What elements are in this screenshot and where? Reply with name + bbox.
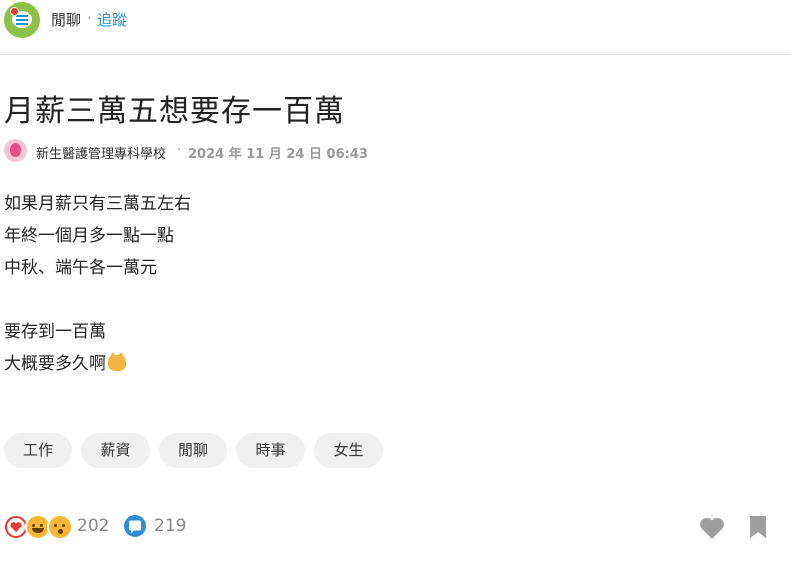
tag[interactable]: 女生: [314, 433, 383, 468]
avatar[interactable]: [4, 139, 27, 162]
body-line: 大概要多久啊: [4, 354, 106, 374]
board-name[interactable]: 閒聊: [51, 9, 81, 30]
like-heart-icon[interactable]: [698, 515, 726, 541]
header-separator: ·: [87, 9, 92, 27]
comment-icon[interactable]: [123, 514, 147, 538]
board-icon[interactable]: [4, 2, 40, 38]
post-title: 月薪三萬五想要存一百萬: [4, 94, 345, 129]
body-line: 年終一個月多一點一點: [4, 226, 174, 246]
reaction-bar: 202 219: [3, 514, 303, 540]
body-line: 如果月薪只有三萬五左右: [4, 194, 191, 214]
notification-dot: [10, 7, 19, 16]
comment-count[interactable]: 219: [154, 516, 186, 536]
body-line: 中秋、端午各一萬元: [4, 258, 157, 278]
post-date: 2024 年 11 月 24 日 06:43: [188, 147, 368, 162]
reaction-count[interactable]: 202: [77, 516, 109, 536]
tag[interactable]: 工作: [4, 433, 72, 468]
top-bar: 閒聊 · 追蹤: [0, 0, 790, 55]
surprised-face-icon[interactable]: [47, 514, 73, 540]
author-row: 新生醫護管理專科學校 · 2024 年 11 月 24 日 06:43: [4, 139, 504, 165]
tag[interactable]: 閒聊: [159, 433, 227, 468]
body-line-with-emoji: 大概要多久啊: [4, 348, 191, 380]
meta-separator: ·: [177, 143, 182, 158]
bookmark-icon[interactable]: [748, 514, 768, 540]
body-line: [4, 284, 191, 316]
author-school[interactable]: 新生醫護管理專科學校: [36, 143, 166, 162]
tag[interactable]: 薪資: [81, 433, 150, 468]
follow-link[interactable]: 追蹤: [97, 9, 127, 30]
crying-cat-icon: [108, 352, 126, 371]
body-line: 要存到一百萬: [4, 322, 106, 342]
post-body: 如果月薪只有三萬五左右 年終一個月多一點一點 中秋、端午各一萬元 要存到一百萬 …: [4, 188, 191, 380]
tag[interactable]: 時事: [236, 433, 305, 468]
